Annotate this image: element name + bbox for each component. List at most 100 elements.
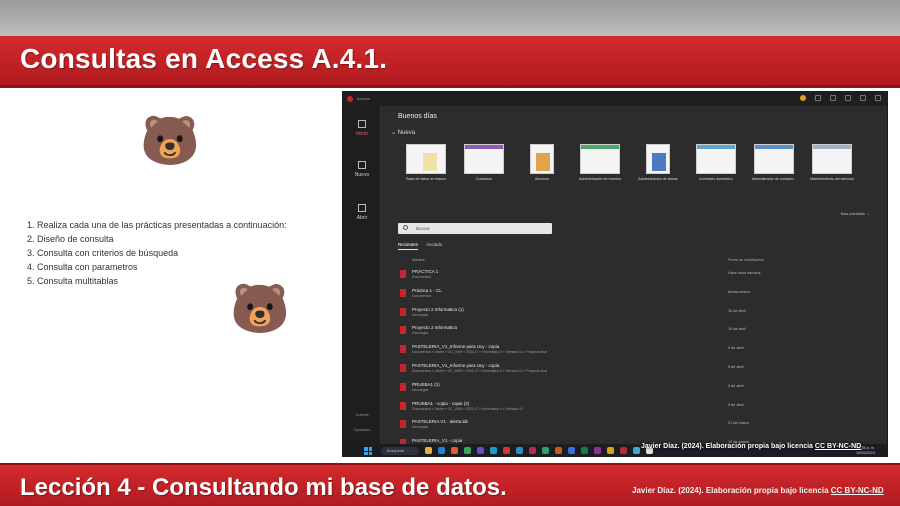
app-icon[interactable] [451,447,458,454]
sidebar-item-label: Nuevo [354,172,370,178]
settings-icon[interactable] [830,95,836,101]
sidebar-item-label: Abrir [356,215,368,221]
list-item[interactable]: PRUEBA1 - copia - copia (2) Documentos » … [398,398,868,417]
template-vehiculo[interactable]: Mantenimiento del vehículo [808,144,856,181]
file-path: Documentos [412,275,432,279]
task-item: 1. Realiza cada una de las prácticas pre… [27,220,287,230]
list-item[interactable]: Práctica 1 - CL Documentos Ahora mismo [398,285,868,304]
template-thumbnail [754,144,794,174]
app-icon[interactable] [490,447,497,454]
app-icon[interactable] [633,447,640,454]
new-section-heading: ⌄ Nueva [391,130,416,136]
lesson-banner: Lección 4 - Consultando mi base de datos… [0,463,900,506]
template-tareas[interactable]: Administración de tareas [634,144,682,181]
task-item: 2. Diseño de consulta [27,234,114,244]
file-date: 9 de abril [728,346,744,351]
file-path: Documentos » Javier » GC_UVM » 2023-17 »… [412,368,547,373]
sidebar-item-nuevo[interactable]: Nuevo [343,161,381,178]
close-icon[interactable] [875,95,881,101]
file-path: Descargas [412,331,429,336]
title-banner: Consultas en Access A.4.1. [0,36,900,88]
access-file-icon [400,326,406,335]
template-label: Administración de eventos [578,177,622,181]
sidebar-item-abrir[interactable]: Abrir [343,204,381,221]
template-thumbnail [580,144,620,174]
tab-recientes[interactable]: Recientes [398,242,419,250]
file-path: Descargas [412,387,429,392]
template-alumnos[interactable]: Alumnos [518,144,566,181]
template-eventos[interactable]: Administración de eventos [576,144,624,181]
file-date: 3 de abril [728,383,744,388]
credit-text: Javier Díaz. (2024). Elaboración propia … [641,443,813,450]
footer-credit: Javier Díaz. (2024). Elaboración propia … [632,486,884,495]
file-path: Descargas [412,312,429,317]
list-item[interactable]: PASTELERIA_V1_Informe para Ucy - copia Do… [398,341,868,360]
minimize-icon[interactable] [845,95,851,101]
license-link[interactable]: CC BY-NC-ND [831,486,884,495]
new-file-icon [358,161,366,169]
template-contactos[interactable]: Contactos [460,144,508,181]
tab-anclado[interactable]: Anclado [426,242,442,250]
template-label: Contactos [475,177,493,181]
app-icon[interactable] [555,447,562,454]
app-icon[interactable] [568,447,575,454]
file-date: 15 de abril [728,308,746,313]
file-path: Documentos » Javier » GC_UVM » 2023-17 »… [412,350,547,355]
app-icon[interactable] [620,447,627,454]
access-main: Buenos días ⌄ Nueva Base de datos en bla… [382,106,887,448]
credit-text: Javier Díaz. (2024). Elaboración propia … [632,486,829,495]
watermark-left: 🐻 [140,115,200,168]
greeting: Buenos días [398,113,437,120]
windows-start-icon[interactable] [364,447,372,455]
list-item[interactable]: PASTELERIA V1 - alerta.ldc Descargas 21 de… [398,416,868,435]
access-file-icon [400,382,406,391]
app-icon[interactable] [542,447,549,454]
access-file-icon [400,363,406,372]
list-item[interactable]: PRÁCTICA 1 Documentos Hace unos minutos [398,266,868,285]
app-icon[interactable] [503,447,510,454]
license-link[interactable]: CC BY-NC-ND [815,443,861,450]
task-item: 3. Consulta con criterios de búsqueda [27,248,179,258]
task-item: 4. Consulta con parametros [27,262,138,272]
more-templates-link[interactable]: Más plantillas → [841,211,870,216]
column-date: Fecha de modificación [728,258,764,262]
access-file-icon [400,307,406,316]
app-icon[interactable] [464,447,471,454]
column-name: Nombre [412,258,425,262]
app-icon[interactable] [425,447,432,454]
file-date: 15 de abril [728,327,746,332]
template-label: Alumnos [535,177,549,181]
app-icon[interactable] [581,447,588,454]
list-item[interactable]: Proyecto 2 Informatica Descargas 15 de abr… [398,322,868,341]
taskbar-search[interactable]: Búsqueda [381,447,419,455]
sidebar-item-cuenta[interactable]: Cuenta [343,412,381,417]
template-inventario[interactable]: Inventario doméstico [692,144,740,181]
help-icon[interactable] [815,95,821,101]
list-item[interactable]: Proyecto 2 Informatica (1) Descargas 15 de… [398,304,868,323]
access-file-icon [400,401,406,410]
access-app-name: Access [357,96,370,101]
task-list: 1. Realiza cada una de las prácticas pre… [27,218,287,288]
maximize-icon[interactable] [860,95,866,101]
access-file-icon [400,270,406,278]
app-icon[interactable] [529,447,536,454]
app-icon[interactable] [607,447,614,454]
sidebar-item-inicio[interactable]: Inicio [343,120,381,137]
search-input[interactable]: Buscar [398,223,552,234]
app-icon[interactable] [477,447,484,454]
template-thumbnail [696,144,736,174]
list-item[interactable]: PASTELERIA_V1_Informe para Ucy - copia Do… [398,360,868,379]
sidebar-item-opciones[interactable]: Opciones [343,427,381,432]
list-item[interactable]: PRUEBA1 (1) Descargas 3 de abril [398,379,868,398]
template-admin-contactos[interactable]: Administrador de contacto... [750,144,798,181]
template-blank-db[interactable]: Base de datos en blanco [402,144,450,181]
file-name: Proyecto 2 Informatica [412,325,458,331]
access-sidebar: Inicio Nuevo Abrir Cuenta Opciones [343,106,381,444]
app-icon[interactable] [516,447,523,454]
app-icon[interactable] [438,447,445,454]
titlebar-controls [800,95,881,101]
user-avatar-icon[interactable] [800,95,806,101]
app-icon[interactable] [594,447,601,454]
file-date: Hace unos minutos [728,271,761,275]
access-file-icon [400,288,406,297]
